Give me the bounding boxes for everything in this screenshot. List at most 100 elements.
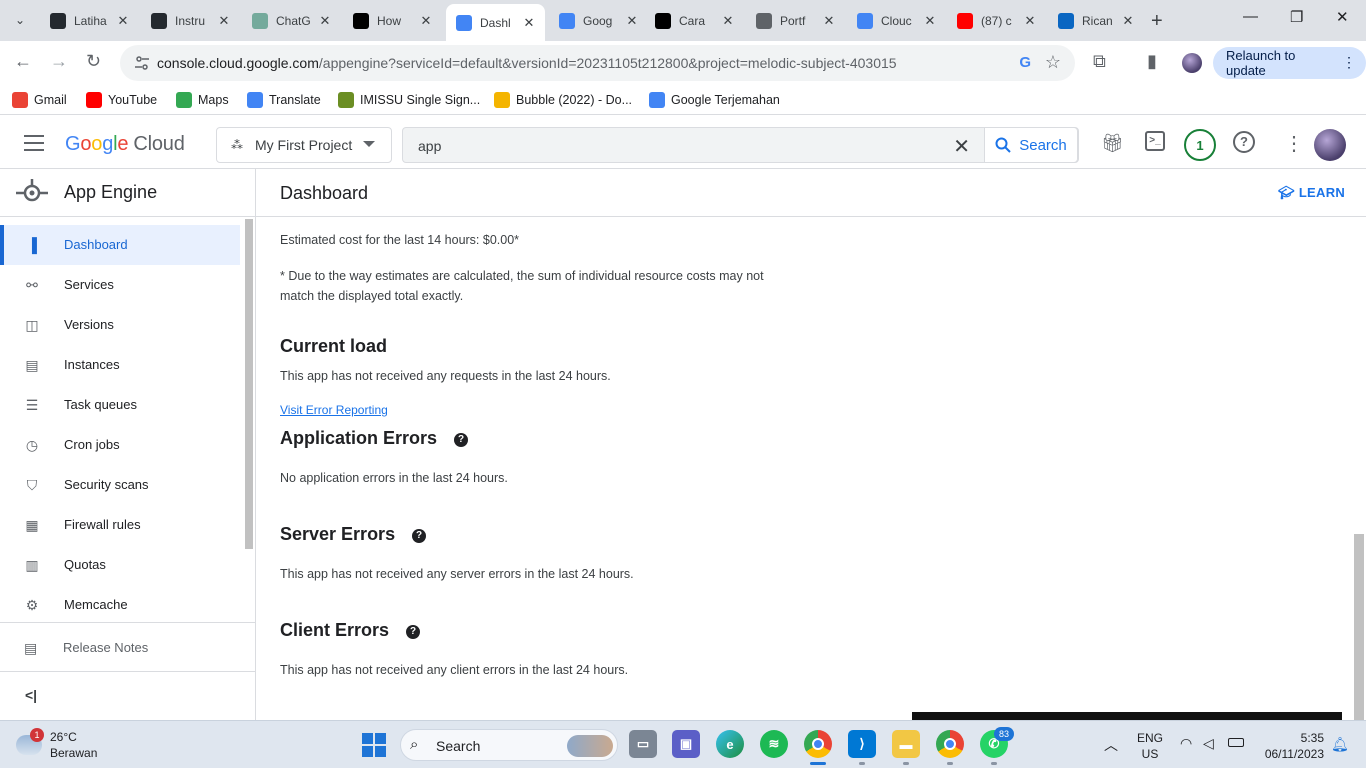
bookmark-item[interactable]: YouTube xyxy=(86,92,157,108)
google-lens-icon[interactable]: G xyxy=(1019,54,1031,71)
error-reporting-link[interactable]: Visit Error Reporting xyxy=(280,403,388,417)
windows-start-icon[interactable] xyxy=(362,733,386,757)
main-scrollbar[interactable] xyxy=(1354,534,1364,720)
extensions-icon[interactable]: ⧉ xyxy=(1093,51,1106,72)
close-tab-icon[interactable]: ✕ xyxy=(720,13,736,29)
task-view-icon[interactable]: ▭ xyxy=(629,730,657,758)
browser-tab[interactable]: Latiha ✕ xyxy=(40,6,139,35)
browser-tab[interactable]: Rican ✕ xyxy=(1048,6,1144,35)
file-explorer-icon[interactable]: ▬ xyxy=(892,730,920,758)
language-indicator[interactable]: ENG US xyxy=(1137,730,1163,762)
search-input[interactable]: app xyxy=(418,138,441,154)
help-icon[interactable]: ? xyxy=(1233,131,1255,153)
chrome-icon[interactable] xyxy=(804,730,832,758)
close-window-icon[interactable]: ✕ xyxy=(1336,8,1349,26)
console-search[interactable]: app ✕ Search xyxy=(402,127,1079,163)
system-clock[interactable]: 5:35 06/11/2023 xyxy=(1258,730,1324,762)
side-panel-icon[interactable]: ▮ xyxy=(1147,51,1157,72)
tab-search-icon[interactable]: ⌄ xyxy=(8,8,32,32)
taskbar-search[interactable]: ⌕ Search xyxy=(400,729,618,761)
shield-icon: ⛉ xyxy=(26,477,38,493)
bookmark-item[interactable]: Translate xyxy=(247,92,321,108)
browser-tab[interactable]: Clouc ✕ xyxy=(847,6,946,35)
sidebar-item-task-queues[interactable]: ☰ Task queues xyxy=(0,385,240,425)
help-icon[interactable]: ? xyxy=(412,529,427,543)
gift-icon[interactable]: 🎁︎ xyxy=(1101,133,1124,154)
url-text[interactable]: console.cloud.google.com/appengine?servi… xyxy=(157,55,897,71)
teams-icon[interactable]: ▣ xyxy=(672,730,700,758)
cost-disclaimer-line2: match the displayed total exactly. xyxy=(280,289,464,303)
vscode-icon[interactable]: ⟩ xyxy=(848,730,876,758)
close-tab-icon[interactable]: ✕ xyxy=(317,13,333,29)
close-tab-icon[interactable]: ✕ xyxy=(1022,13,1038,29)
close-tab-icon[interactable]: ✕ xyxy=(115,13,131,29)
sidebar-item-services[interactable]: ⚯ Services xyxy=(0,265,240,305)
google-cloud-logo[interactable]: Google Cloud xyxy=(65,133,185,156)
search-button[interactable]: Search xyxy=(984,127,1078,163)
close-tab-icon[interactable]: ✕ xyxy=(521,15,537,31)
browser-tab[interactable]: Goog ✕ xyxy=(549,6,648,35)
project-selector[interactable]: ⁂ My First Project xyxy=(216,127,392,163)
minimize-icon[interactable]: — xyxy=(1243,8,1258,25)
sidebar-scrollbar[interactable] xyxy=(245,219,253,549)
close-tab-icon[interactable]: ✕ xyxy=(624,13,640,29)
browser-tab[interactable]: Portf ✕ xyxy=(746,6,845,35)
more-vert-icon[interactable]: ⋮ xyxy=(1284,131,1304,156)
sidebar-item-dashboard[interactable]: ▐ Dashboard xyxy=(0,225,240,265)
notification-bell-icon[interactable]: 🔔︎ xyxy=(1331,736,1349,753)
profile-avatar[interactable] xyxy=(1182,53,1202,73)
browser-tab[interactable]: Cara ✕ xyxy=(645,6,744,35)
sidebar-item-label: Cron jobs xyxy=(64,437,120,452)
account-avatar[interactable] xyxy=(1314,129,1346,161)
close-tab-icon[interactable]: ✕ xyxy=(418,13,434,29)
notifications-badge[interactable]: 1 xyxy=(1184,129,1216,161)
learn-button[interactable]: 🎓︎ LEARN xyxy=(1278,185,1345,201)
help-icon[interactable]: ? xyxy=(454,433,469,447)
bookmark-item[interactable]: Gmail xyxy=(12,92,67,108)
bookmark-item[interactable]: Maps xyxy=(176,92,229,108)
edge-icon[interactable]: e xyxy=(716,730,744,758)
chevron-up-icon[interactable]: ︿ xyxy=(1104,735,1118,755)
close-tab-icon[interactable]: ✕ xyxy=(922,13,938,29)
release-notes-link[interactable]: ▤ Release Notes xyxy=(0,622,256,672)
project-name: My First Project xyxy=(255,137,353,153)
sidebar-item-memcache[interactable]: ⚙ Memcache xyxy=(0,585,240,625)
sidebar-item-cron-jobs[interactable]: ◷ Cron jobs xyxy=(0,425,240,465)
sidebar-item-quotas[interactable]: ▥ Quotas xyxy=(0,545,240,585)
bookmark-star-icon[interactable]: ☆ xyxy=(1045,52,1061,73)
clear-search-icon[interactable]: ✕ xyxy=(953,134,970,159)
sidebar-item-firewall-rules[interactable]: ▦ Firewall rules xyxy=(0,505,240,545)
back-icon[interactable]: ← xyxy=(14,51,32,72)
browser-tab[interactable]: Dashl ✕ xyxy=(446,4,545,41)
address-bar[interactable]: console.cloud.google.com/appengine?servi… xyxy=(120,45,1075,81)
weather-widget[interactable]: 1 26°C Berawan xyxy=(16,728,136,763)
bookmark-item[interactable]: Bubble (2022) - Do... xyxy=(494,92,632,108)
volume-icon[interactable]: ◁ xyxy=(1203,735,1214,752)
bookmark-item[interactable]: IMISSU Single Sign... xyxy=(338,92,480,108)
help-icon[interactable]: ? xyxy=(406,625,421,639)
browser-tab[interactable]: ChatG ✕ xyxy=(242,6,341,35)
sidebar-item-instances[interactable]: ▤ Instances xyxy=(0,345,240,385)
browser-tab[interactable]: Instru ✕ xyxy=(141,6,240,35)
bookmark-item[interactable]: Google Terjemahan xyxy=(649,92,780,108)
collapse-sidebar-icon[interactable]: <| xyxy=(25,687,37,703)
close-tab-icon[interactable]: ✕ xyxy=(1120,13,1136,29)
menu-icon[interactable] xyxy=(24,135,44,151)
close-tab-icon[interactable]: ✕ xyxy=(821,13,837,29)
close-tab-icon[interactable]: ✕ xyxy=(216,13,232,29)
battery-icon[interactable] xyxy=(1228,738,1244,747)
cloud-shell-icon[interactable]: >_ xyxy=(1145,131,1165,151)
new-tab-icon[interactable]: + xyxy=(1151,10,1163,33)
reload-icon[interactable]: ↻ xyxy=(86,51,101,72)
browser-tab[interactable]: How ✕ xyxy=(343,6,442,35)
sidebar-item-versions[interactable]: ◫ Versions xyxy=(0,305,240,345)
site-info-icon[interactable] xyxy=(134,55,150,71)
spotify-icon[interactable]: ≋ xyxy=(760,730,788,758)
forward-icon[interactable]: → xyxy=(50,51,68,72)
chrome-profile-icon[interactable] xyxy=(936,730,964,758)
wifi-icon[interactable]: ◠ xyxy=(1180,735,1192,752)
relaunch-button[interactable]: Relaunch to update ⋮ xyxy=(1213,47,1366,79)
browser-tab[interactable]: (87) c ✕ xyxy=(947,6,1046,35)
restore-icon[interactable]: ❐ xyxy=(1290,8,1303,26)
sidebar-item-security-scans[interactable]: ⛉ Security scans xyxy=(0,465,240,505)
